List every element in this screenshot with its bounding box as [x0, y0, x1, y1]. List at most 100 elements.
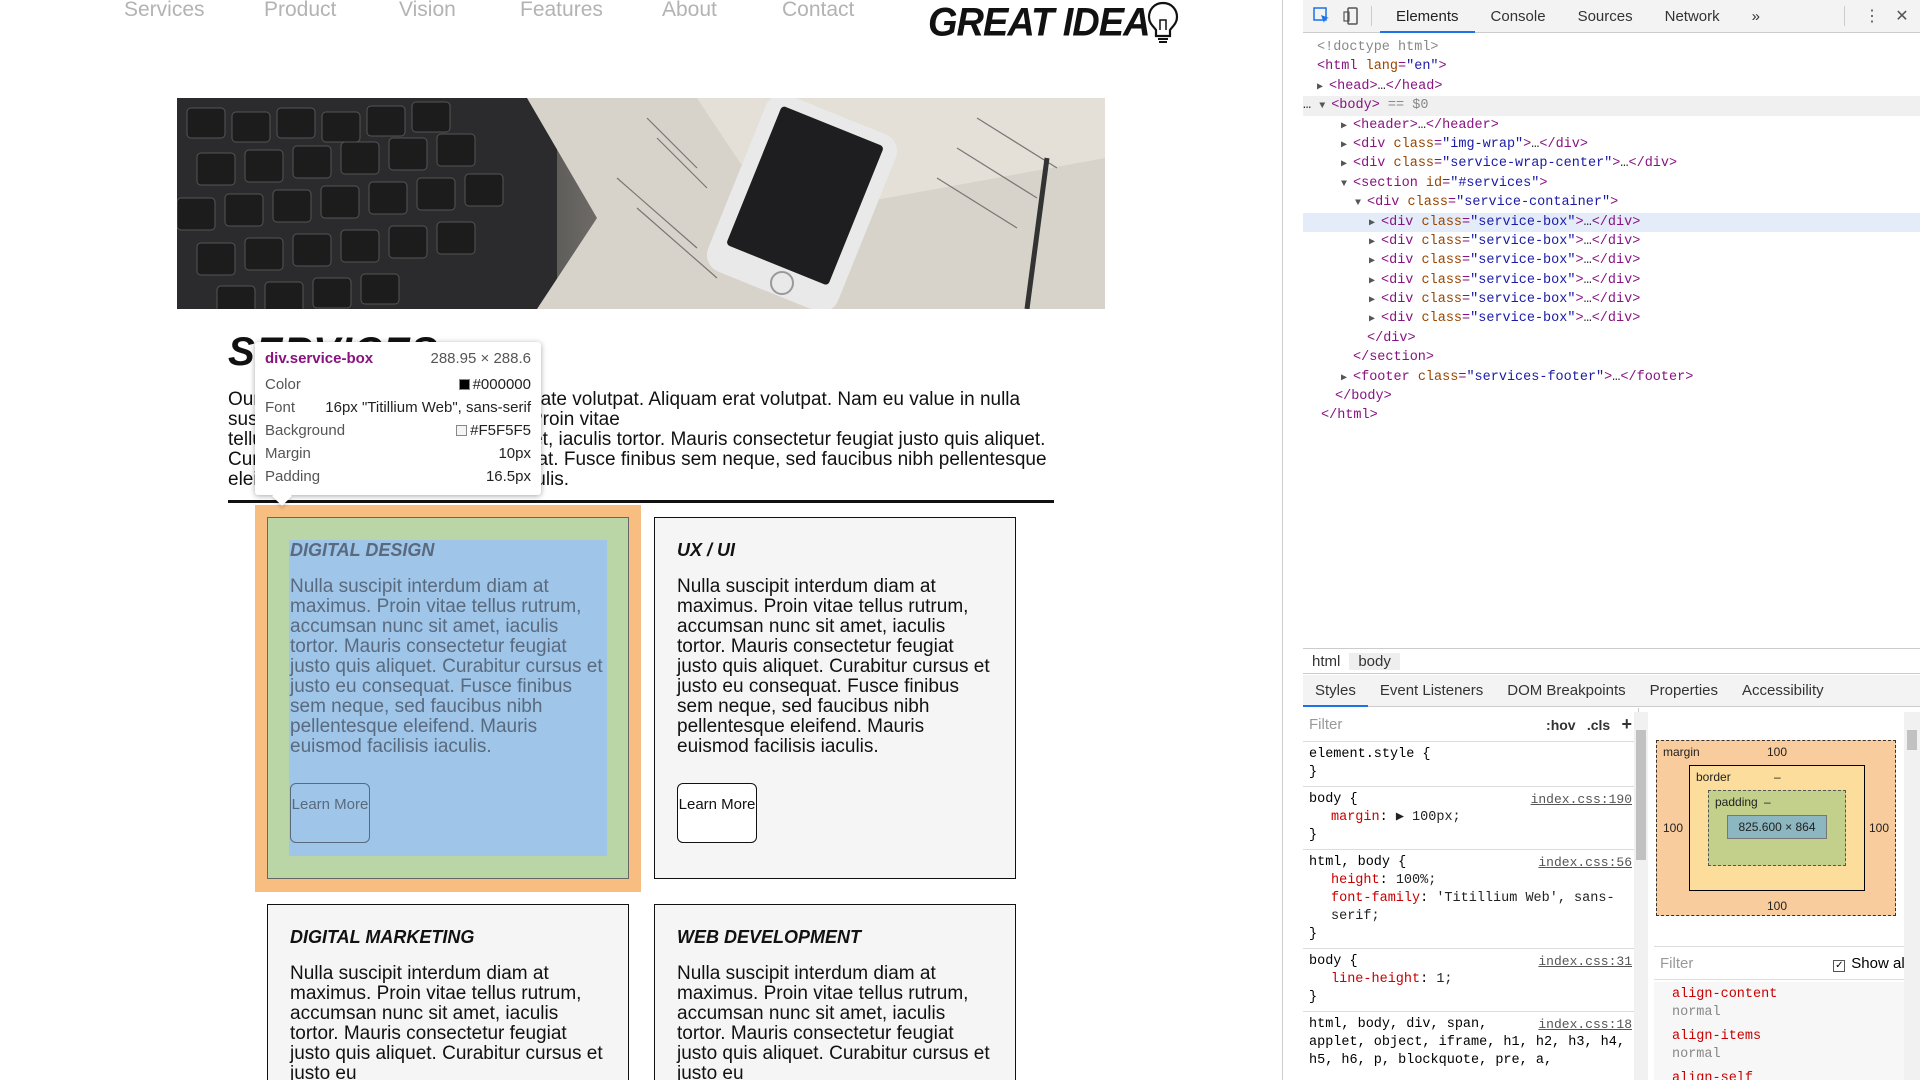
- web-page: Services Product Vision Features About C…: [0, 0, 1282, 1080]
- dom-line[interactable]: </section>: [1303, 348, 1920, 367]
- dom-line[interactable]: ▼ <section id="#services">: [1303, 174, 1920, 193]
- box-model-border-value[interactable]: –: [1774, 770, 1781, 784]
- tab-elements[interactable]: Elements: [1380, 0, 1475, 33]
- box-model-padding-value[interactable]: –: [1764, 795, 1771, 809]
- box-model-margin-right[interactable]: 100: [1869, 821, 1889, 835]
- box-model-content[interactable]: 825.600 × 864: [1727, 815, 1827, 839]
- close-icon[interactable]: ✕: [1891, 5, 1913, 27]
- hov-button[interactable]: :hov: [1546, 717, 1576, 733]
- dom-tree[interactable]: <!doctype html> <html lang="en"> ▶ <head>…: [1303, 34, 1920, 644]
- service-box-ux-ui: UX / UI Nulla suscipit interdum diam at …: [654, 517, 1016, 879]
- property-name: align-self: [1672, 1071, 1754, 1080]
- tab-console[interactable]: Console: [1475, 0, 1562, 33]
- inspect-element-icon[interactable]: [1311, 5, 1333, 27]
- tab-accessibility[interactable]: Accessibility: [1730, 675, 1836, 707]
- dom-line-hovered[interactable]: ▶ <div class="service-box">…</div>: [1303, 212, 1920, 232]
- dom-line[interactable]: ▶ <div class="service-wrap-center">…</div…: [1303, 154, 1920, 173]
- dom-line[interactable]: <html lang="en">: [1303, 57, 1920, 76]
- box-model-margin-left[interactable]: 100: [1663, 821, 1683, 835]
- inspect-tooltip: div.service-box 288.95 × 288.6 Color #000…: [255, 342, 541, 495]
- new-rule-button[interactable]: +: [1621, 714, 1632, 734]
- logo[interactable]: GREAT IDEA: [928, 0, 1180, 46]
- computed-scrollbar[interactable]: [1904, 712, 1920, 1080]
- nav-features[interactable]: Features: [520, 0, 603, 22]
- style-rule[interactable]: body {index.css:190 margin: ▶ 100px; }: [1303, 787, 1638, 850]
- nav-product[interactable]: Product: [264, 0, 336, 22]
- tooltip-value: 16px "Titillium Web", sans-serif: [325, 399, 531, 416]
- styles-filter: Filter :hov .cls +: [1303, 708, 1638, 742]
- learn-more-button[interactable]: Learn More: [290, 783, 370, 843]
- style-rule[interactable]: html, body {index.css:56 height: 100%; f…: [1303, 850, 1638, 949]
- computed-filter: Filter ✓ Show all: [1654, 946, 1914, 980]
- property-value: normal: [1672, 1047, 1721, 1062]
- styles-filter-input[interactable]: Filter: [1309, 716, 1342, 733]
- box-model-margin-bottom[interactable]: 100: [1767, 899, 1787, 913]
- style-rule[interactable]: element.style { }: [1303, 742, 1638, 787]
- style-property[interactable]: margin: ▶ 100px;: [1309, 809, 1632, 827]
- kebab-menu-icon[interactable]: ⋮: [1861, 5, 1883, 27]
- dom-line[interactable]: ▶ <div class="img-wrap">…</div>: [1303, 135, 1920, 154]
- rule-source-link[interactable]: index.css:56: [1538, 854, 1632, 872]
- computed-filter-input[interactable]: Filter: [1660, 955, 1693, 972]
- rule-close: }: [1309, 927, 1318, 942]
- rule-selector: html, body, div, span,: [1309, 1017, 1488, 1032]
- dom-line[interactable]: </html>: [1303, 406, 1920, 425]
- nav-services[interactable]: Services: [124, 0, 205, 22]
- hero-image: [177, 98, 1105, 309]
- dom-line[interactable]: </div>: [1303, 329, 1920, 348]
- nav-vision[interactable]: Vision: [399, 0, 456, 22]
- breadcrumb-body[interactable]: body: [1349, 652, 1400, 670]
- devtools-panel: Elements Console Sources Network » ⋮ ✕ <…: [1282, 0, 1920, 1080]
- dom-line[interactable]: ▼ <div class="service-container">: [1303, 193, 1920, 212]
- rule-close: }: [1309, 990, 1318, 1005]
- nav-about[interactable]: About: [662, 0, 717, 22]
- styles-scrollbar[interactable]: [1634, 712, 1648, 1080]
- property-name: align-items: [1672, 1029, 1762, 1044]
- service-title: Web Development: [677, 927, 862, 947]
- rule-source-link[interactable]: index.css:190: [1531, 791, 1632, 809]
- tab-properties[interactable]: Properties: [1638, 675, 1730, 707]
- tab-event-listeners[interactable]: Event Listeners: [1368, 675, 1495, 707]
- dom-line[interactable]: ▶ <header>…</header>: [1303, 116, 1920, 135]
- tab-dom-breakpoints[interactable]: DOM Breakpoints: [1495, 675, 1637, 707]
- nav-contact[interactable]: Contact: [782, 0, 854, 22]
- box-model-margin-top[interactable]: 100: [1767, 745, 1787, 759]
- show-all-toggle[interactable]: ✓ Show all: [1833, 955, 1908, 972]
- scroll-thumb[interactable]: [1907, 730, 1917, 750]
- dom-line[interactable]: ▶ <div class="service-box">…</div>: [1303, 271, 1920, 290]
- property-value: ▶ 100px;: [1395, 810, 1461, 825]
- style-rule[interactable]: html, body, div, span, index.css:18 apple…: [1303, 1012, 1638, 1074]
- tab-sources[interactable]: Sources: [1562, 0, 1649, 33]
- rule-source-link[interactable]: index.css:18: [1538, 1016, 1632, 1034]
- scroll-thumb[interactable]: [1636, 730, 1646, 860]
- rule-source-link[interactable]: index.css:31: [1538, 953, 1632, 971]
- more-tabs-button[interactable]: »: [1736, 0, 1776, 33]
- style-rule[interactable]: body {index.css:31 line-height: 1; }: [1303, 949, 1638, 1012]
- computed-property[interactable]: align-items normal: [1672, 1028, 1896, 1064]
- breadcrumb-html[interactable]: html: [1303, 653, 1349, 670]
- tab-network[interactable]: Network: [1649, 0, 1736, 33]
- dom-line[interactable]: ▶ <div class="service-box">…</div>: [1303, 309, 1920, 328]
- learn-more-button[interactable]: Learn More: [677, 783, 757, 843]
- tooltip-label: Margin: [265, 445, 311, 462]
- dom-line[interactable]: ▶ <footer class="services-footer">…</foot…: [1303, 368, 1920, 387]
- computed-property[interactable]: align-content normal: [1672, 986, 1896, 1022]
- dom-line[interactable]: ▶ <head>…</head>: [1303, 77, 1920, 96]
- divider: [228, 500, 1054, 503]
- box-model-diagram: margin 100 100 100 100 border – padding …: [1656, 740, 1896, 916]
- device-toolbar-icon[interactable]: [1341, 5, 1363, 27]
- style-property[interactable]: height: 100%;: [1309, 872, 1632, 890]
- dom-line[interactable]: <!doctype html>: [1303, 38, 1920, 57]
- style-property[interactable]: font-family: 'Titillium Web', sans-serif…: [1309, 890, 1632, 926]
- dom-line[interactable]: </body>: [1303, 387, 1920, 406]
- style-property[interactable]: line-height: 1;: [1309, 971, 1632, 989]
- computed-property[interactable]: align-selfauto: [1672, 1070, 1896, 1080]
- dom-line[interactable]: ▶ <div class="service-box">…</div>: [1303, 251, 1920, 270]
- cls-button[interactable]: .cls: [1587, 717, 1610, 733]
- dom-line[interactable]: ▶ <div class="service-box">…</div>: [1303, 232, 1920, 251]
- logo-text: GREAT IDEA: [928, 0, 1151, 46]
- dom-line-selected[interactable]: … ▼ <body> == $0: [1303, 96, 1920, 116]
- dom-line[interactable]: ▶ <div class="service-box">…</div>: [1303, 290, 1920, 309]
- checkbox-icon[interactable]: ✓: [1833, 959, 1846, 972]
- tab-styles[interactable]: Styles: [1303, 675, 1368, 707]
